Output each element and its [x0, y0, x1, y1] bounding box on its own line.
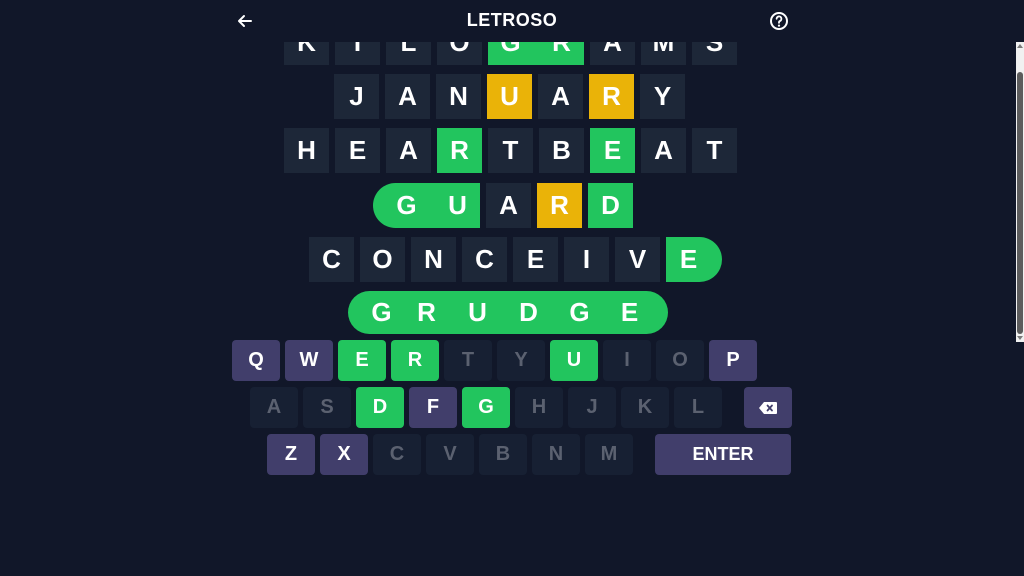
tile: E — [590, 128, 635, 173]
tile: D — [588, 183, 633, 228]
tile: T — [692, 128, 737, 173]
tile: U — [435, 183, 480, 228]
board-scrollbar[interactable] — [1016, 42, 1024, 342]
tile: N — [411, 237, 456, 282]
scroll-down-arrow[interactable] — [1017, 336, 1023, 340]
tile: V — [615, 237, 660, 282]
key-b[interactable]: B — [479, 434, 527, 475]
tile: U — [487, 74, 532, 119]
board-row-3: H E A R T B E A T — [284, 128, 737, 173]
key-m[interactable]: M — [585, 434, 633, 475]
key-u[interactable]: U — [550, 340, 598, 381]
key-d[interactable]: D — [356, 387, 404, 428]
key-o[interactable]: O — [656, 340, 704, 381]
tile: D — [519, 297, 538, 327]
key-j[interactable]: J — [568, 387, 616, 428]
tile: A — [486, 183, 531, 228]
key-h[interactable]: H — [515, 387, 563, 428]
game-board: K I L O G R A M S J A N U A R Y H E A R … — [0, 0, 1024, 340]
backspace-key[interactable] — [744, 387, 792, 428]
help-circle-icon — [769, 11, 789, 31]
board-row-5: C O N C E I V E — [309, 237, 722, 282]
keyboard-row-2: A S D F G H J K L — [250, 387, 792, 428]
key-w[interactable]: W — [285, 340, 333, 381]
tile: R — [437, 128, 482, 173]
tile: G — [373, 183, 435, 228]
key-e[interactable]: E — [338, 340, 386, 381]
tile: C — [309, 237, 354, 282]
tile: O — [360, 237, 405, 282]
tile: N — [436, 74, 481, 119]
key-v[interactable]: V — [426, 434, 474, 475]
backspace-icon — [758, 401, 778, 415]
tile: E — [513, 237, 558, 282]
tile: C — [462, 237, 507, 282]
key-r[interactable]: R — [391, 340, 439, 381]
tile: G — [569, 297, 590, 327]
scroll-up-arrow[interactable] — [1017, 44, 1023, 48]
tile: T — [488, 128, 533, 173]
page-title: LETROSO — [466, 10, 558, 30]
key-y[interactable]: Y — [497, 340, 545, 381]
tile: B — [539, 128, 584, 173]
key-k[interactable]: K — [621, 387, 669, 428]
tile: U — [468, 297, 487, 327]
tile: Y — [640, 74, 685, 119]
game-app: K I L O G R A M S J A N U A R Y H E A R … — [0, 0, 1024, 576]
tile: A — [386, 128, 431, 173]
tile: R — [589, 74, 634, 119]
key-x[interactable]: X — [320, 434, 368, 475]
keyboard-row-1: Q W E R T Y U I O P — [232, 340, 757, 381]
scroll-thumb[interactable] — [1017, 72, 1023, 334]
key-g[interactable]: G — [462, 387, 510, 428]
key-l[interactable]: L — [674, 387, 722, 428]
tile: E — [335, 128, 380, 173]
board-row-2: J A N U A R Y — [334, 74, 685, 119]
tile: J — [334, 74, 379, 119]
key-s[interactable]: S — [303, 387, 351, 428]
tile: G — [371, 297, 392, 327]
tile: E — [666, 237, 722, 282]
board-row-4: G U A R D — [373, 183, 633, 228]
help-button[interactable] — [766, 8, 792, 34]
tile: R — [417, 297, 436, 327]
key-z[interactable]: Z — [267, 434, 315, 475]
board-row-6: G R U D G E — [348, 291, 668, 334]
key-t[interactable]: T — [444, 340, 492, 381]
tile: A — [641, 128, 686, 173]
enter-key[interactable]: ENTER — [655, 434, 791, 475]
key-p[interactable]: P — [709, 340, 757, 381]
tile: E — [620, 297, 639, 327]
key-n[interactable]: N — [532, 434, 580, 475]
key-i[interactable]: I — [603, 340, 651, 381]
top-bar: LETROSO — [0, 0, 1024, 42]
tile: A — [538, 74, 583, 119]
tile: I — [564, 237, 609, 282]
tile: H — [284, 128, 329, 173]
key-f[interactable]: F — [409, 387, 457, 428]
key-q[interactable]: Q — [232, 340, 280, 381]
keyboard-row-3: Z X C V B N M ENTER — [267, 434, 791, 475]
tile: A — [385, 74, 430, 119]
key-a[interactable]: A — [250, 387, 298, 428]
tile: R — [537, 183, 582, 228]
key-c[interactable]: C — [373, 434, 421, 475]
